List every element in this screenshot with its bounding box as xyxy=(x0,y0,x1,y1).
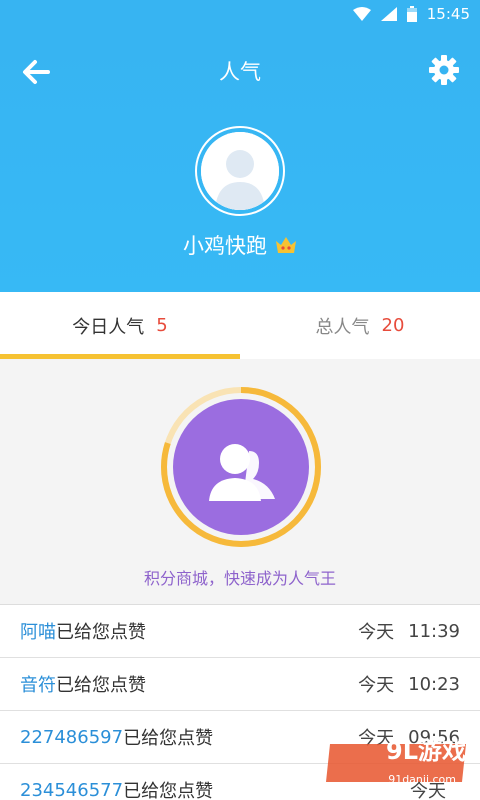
tab-today-label: 今日人气 xyxy=(72,316,145,338)
settings-button[interactable] xyxy=(426,52,462,88)
profile-header: 人气 小鸡快跑 xyxy=(0,32,480,292)
list-item[interactable]: 阿喵 已给您点赞 今天 11:39 xyxy=(0,605,480,658)
status-time: 15:45 xyxy=(426,5,470,23)
battery-icon xyxy=(406,6,417,22)
avatar[interactable] xyxy=(201,132,279,210)
tab-today-count: 5 xyxy=(156,315,168,336)
tab-total-count: 20 xyxy=(381,315,405,336)
watermark-text: 9L游戏 xyxy=(386,737,466,765)
signal-icon xyxy=(380,7,397,21)
wifi-icon xyxy=(352,7,371,21)
status-icons: 15:45 xyxy=(352,5,470,23)
like-day: 今天 xyxy=(358,622,395,643)
like-time: 11:39 xyxy=(408,620,460,642)
like-time: 10:23 xyxy=(408,673,460,695)
status-bar: 15:45 xyxy=(0,0,480,32)
avatar-ring[interactable] xyxy=(195,126,285,216)
people-badge xyxy=(173,399,309,535)
tab-active-indicator xyxy=(0,354,240,359)
like-action: 已给您点赞 xyxy=(56,622,146,643)
tab-today[interactable]: 今日人气 5 xyxy=(0,292,240,359)
liker-name[interactable]: 227486597 xyxy=(20,727,123,748)
list-item[interactable]: 音符 已给您点赞 今天 10:23 xyxy=(0,658,480,711)
watermark-url: 91danji.com xyxy=(388,773,456,786)
tab-total-label: 总人气 xyxy=(315,316,370,338)
gear-icon xyxy=(429,55,459,85)
username: 小鸡快跑 xyxy=(183,234,267,258)
popularity-tabs: 今日人气 5 总人气 20 xyxy=(0,292,480,359)
username-row: 小鸡快跑 xyxy=(0,230,480,260)
like-action: 已给您点赞 xyxy=(123,728,214,749)
crown-icon xyxy=(276,237,296,253)
default-avatar-icon xyxy=(201,132,279,210)
popularity-ring[interactable] xyxy=(160,386,322,548)
liker-name[interactable]: 234546577 xyxy=(20,780,123,800)
promo-link[interactable]: 积分商城，快速成为人气王 xyxy=(0,565,480,589)
liker-name[interactable]: 音符 xyxy=(20,671,56,697)
people-icon xyxy=(209,444,275,501)
page-title: 人气 xyxy=(219,60,261,84)
liker-name[interactable]: 阿喵 xyxy=(20,618,56,644)
like-day: 今天 xyxy=(358,675,395,696)
like-action: 已给您点赞 xyxy=(123,781,214,800)
like-action: 已给您点赞 xyxy=(56,675,146,696)
tab-total[interactable]: 总人气 20 xyxy=(240,292,480,359)
